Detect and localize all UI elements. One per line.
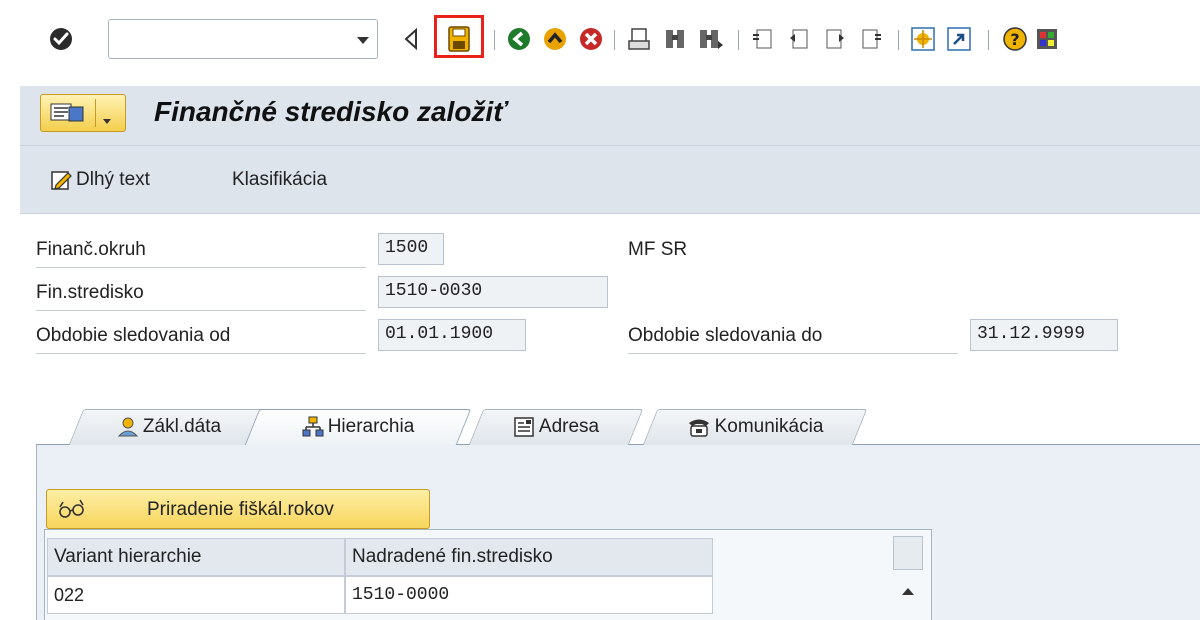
fin-area-field[interactable]: 1500 [378,233,444,265]
system-toolbar: ? [0,0,1200,80]
title-area: Finančné stredisko založiť Dlhý text Kla… [20,86,1200,214]
tab-hierarchy[interactable]: Hierarchia [244,409,472,445]
long-text-button[interactable]: Dlhý text [50,166,150,194]
toolbar-separator [898,30,899,50]
exit-icon[interactable] [540,22,570,56]
hierarchy-table: Variant hierarchie Nadradené fin.stredis… [44,529,932,620]
menu-button-divider [95,99,96,127]
last-page-icon[interactable] [856,22,886,56]
label-underline [628,353,958,354]
help-icon[interactable]: ? [1000,22,1030,56]
layout-menu-icon[interactable] [1034,22,1060,56]
cancel-icon[interactable] [576,22,606,56]
column-header-superior-fund-center[interactable]: Nadradené fin.stredisko [345,538,713,576]
tab-communication-label: Komunikácia [714,416,824,437]
create-session-icon[interactable] [908,22,938,56]
valid-to-field[interactable]: 31.12.9999 [970,319,1118,351]
fund-center-label: Fin.stredisko [36,282,144,303]
toolbar-separator [988,30,989,50]
scroll-up-icon[interactable] [902,588,914,595]
label-underline [36,310,366,311]
menu-icon [49,101,87,130]
tab-basic-data[interactable]: Zákl.dáta [68,409,270,445]
tab-address-label: Adresa [538,416,600,437]
tab-hierarchy-label: Hierarchia [327,416,415,437]
person-icon [117,416,139,438]
column-header-hierarchy-variant[interactable]: Variant hierarchie [47,538,345,576]
back-nav-icon[interactable] [398,22,424,56]
page-title: Finančné stredisko založiť [154,96,507,127]
fiscal-year-assignment-label: Priradenie fiškál.rokov [147,499,334,520]
enter-icon[interactable] [46,22,76,56]
tab-basic-data-label: Zákl.dáta [142,416,222,437]
fin-area-label: Finanč.okruh [36,239,146,260]
shortcut-icon[interactable] [944,22,974,56]
svg-text:?: ? [1010,30,1019,49]
tab-address[interactable]: Adresa [468,409,644,445]
menu-button[interactable] [40,94,126,132]
valid-from-field[interactable]: 01.01.1900 [378,319,526,351]
chevron-down-icon [103,119,111,124]
toolbar-separator [738,30,739,50]
table-cell-superior-fund-center[interactable]: 1510-0000 [345,576,713,614]
fiscal-year-assignment-button[interactable]: Priradenie fiškál.rokov [46,489,430,529]
previous-page-icon[interactable] [784,22,814,56]
first-page-icon[interactable] [748,22,778,56]
fund-center-field[interactable]: 1510-0030 [378,276,608,308]
command-field[interactable] [108,19,378,59]
telephone-icon [687,416,711,438]
valid-to-label: Obdobie sledovania do [628,325,823,346]
save-icon[interactable] [444,22,474,56]
find-icon[interactable] [660,22,690,56]
classification-label: Klasifikácia [232,169,328,190]
command-input[interactable] [115,26,345,52]
valid-from-label: Obdobie sledovania od [36,325,231,346]
back-icon[interactable] [504,22,534,56]
address-icon [513,416,535,438]
command-dropdown-icon[interactable] [357,37,369,44]
label-underline [36,267,366,268]
glasses-icon [57,498,87,526]
long-text-label: Dlhý text [76,169,150,190]
toolbar-separator [494,30,495,50]
toolbar-separator [614,30,615,50]
hierarchy-icon [302,416,324,438]
scrollbar-button[interactable] [893,536,923,570]
tab-communication[interactable]: Komunikácia [642,409,868,445]
label-underline [36,353,366,354]
print-icon[interactable] [624,22,654,56]
fin-area-description: MF SR [628,239,688,260]
edit-text-icon [50,169,72,191]
classification-button[interactable]: Klasifikácia [232,166,327,194]
find-next-icon[interactable] [696,22,726,56]
table-cell-hierarchy-variant[interactable]: 022 [47,576,345,614]
title-bar: Finančné stredisko založiť [20,86,1200,146]
next-page-icon[interactable] [820,22,850,56]
